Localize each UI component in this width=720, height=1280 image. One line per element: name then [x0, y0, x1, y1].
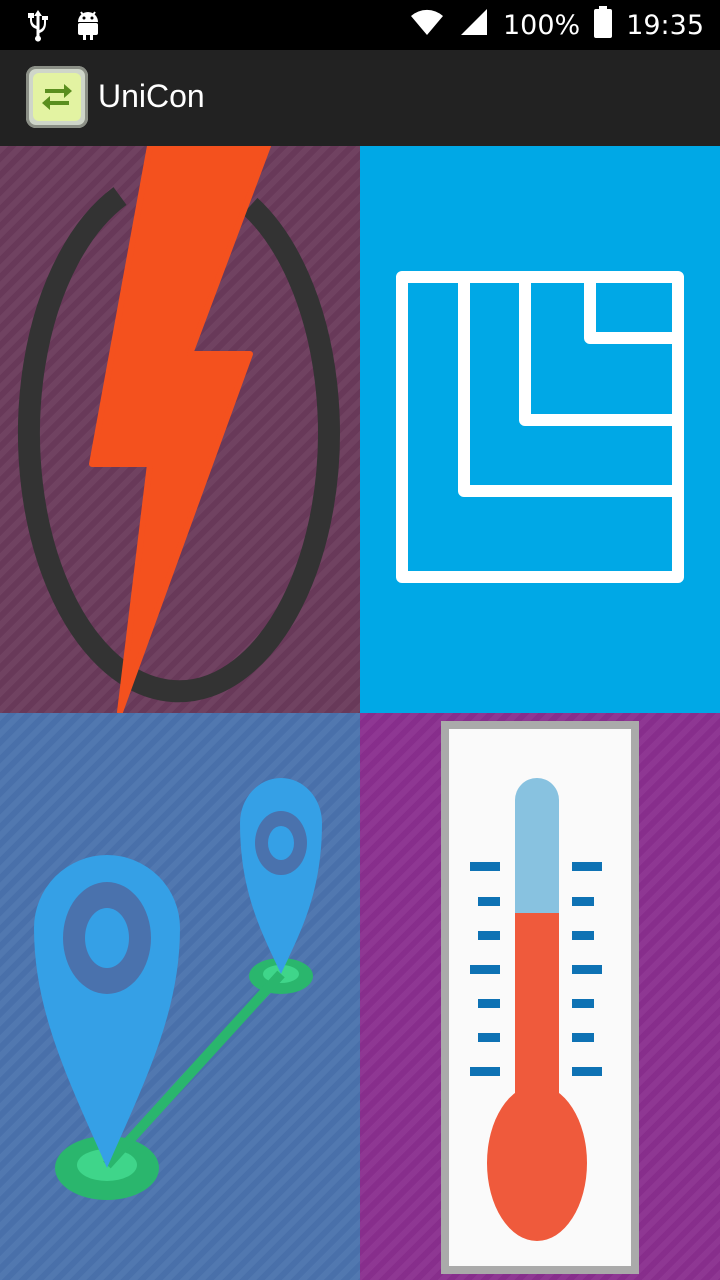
android-icon [74, 8, 102, 46]
app-title: UniCon [98, 78, 205, 114]
distance-icon [34, 778, 322, 1200]
power-icon [18, 146, 340, 713]
signal-icon [459, 7, 489, 44]
battery-percentage: 100% [502, 9, 581, 41]
tile-distance[interactable] [0, 713, 360, 1280]
thermometer-icon [441, 721, 639, 1274]
status-bar: 100% 19:35 [0, 0, 720, 50]
clock: 19:35 [626, 9, 704, 41]
tile-power[interactable] [0, 146, 360, 713]
tile-area[interactable] [360, 146, 720, 713]
converter-grid [0, 146, 720, 1280]
wifi-icon [409, 7, 445, 44]
app-logo-icon [26, 66, 88, 128]
tile-temperature[interactable] [360, 713, 720, 1280]
app-bar: UniCon [0, 50, 720, 147]
battery-icon [594, 5, 613, 45]
usb-icon [24, 8, 52, 46]
area-icon [396, 271, 684, 583]
